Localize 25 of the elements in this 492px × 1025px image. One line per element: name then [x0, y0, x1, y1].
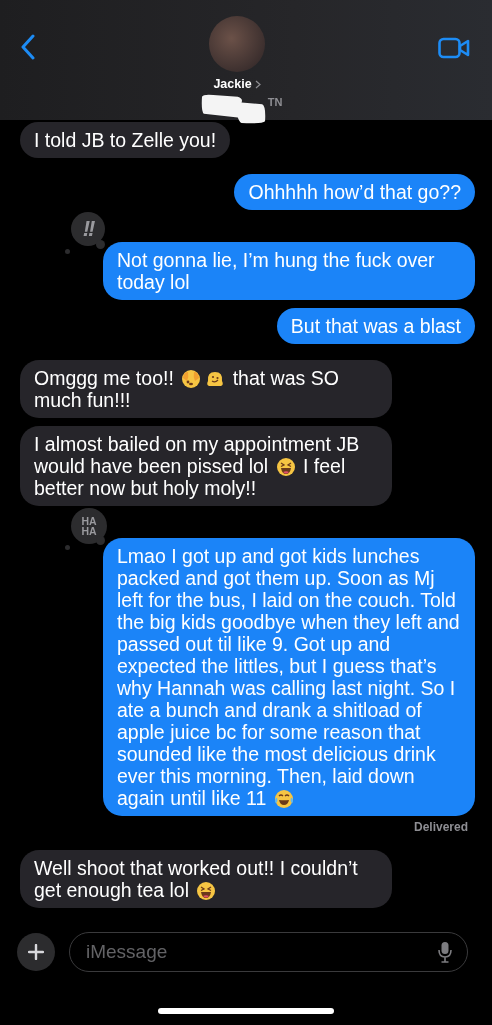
reaction-label: HA HA: [80, 516, 98, 536]
message-input-field[interactable]: iMessage: [69, 932, 468, 972]
message-text: I told JB to Zelle you!: [34, 129, 217, 151]
laughing-face-emoji-icon: [275, 457, 296, 477]
add-button[interactable]: [17, 933, 55, 971]
back-icon[interactable]: [20, 34, 36, 60]
hands-over-face-emoji-icon: [181, 369, 202, 389]
message-text: Omggg me too!! that was SO much fun!!!: [34, 367, 340, 411]
tears-of-joy-emoji-icon: [273, 789, 294, 809]
message-text: Lmao I got up and got kids lunches packed and got them up. Soon as Mj left for the bus, I laid on the couch. Told the big kids goodbye when they left and passed out til like 9. Got up and expected the littles, but I guess that’s why Hannah was calling last night. So I ate a bunch and drank a shitload of apple juice bc for some reason that sounded like the most delicious drink ever this morning. Then, laid down again until like 11: [117, 545, 461, 809]
reaction-label: !!: [82, 216, 94, 242]
message-text: Not gonna lie, I’m hung the fuck over today lol: [117, 249, 436, 293]
video-camera-icon[interactable]: [438, 37, 470, 59]
message-text: But that was a blast: [290, 315, 461, 337]
chevron-icon: [254, 79, 261, 89]
message-text: Well shoot that worked out!! I couldn’t get enough tea lol: [34, 857, 359, 901]
laughing-face-emoji-icon: [196, 881, 217, 901]
melting-face-emoji-icon: [205, 369, 226, 389]
contact-name[interactable]: Jackie: [213, 77, 252, 91]
delivered-status: Delivered: [413, 820, 469, 834]
microphone-icon[interactable]: [438, 941, 452, 963]
message-text: I almost bailed on my appointment JB would have been pissed lol I feel better now but holy moly!!: [34, 433, 361, 499]
contact-location: TN: [267, 96, 283, 108]
message-text: Ohhhhh how’d that go??: [248, 181, 461, 203]
plus-icon: [28, 944, 44, 960]
